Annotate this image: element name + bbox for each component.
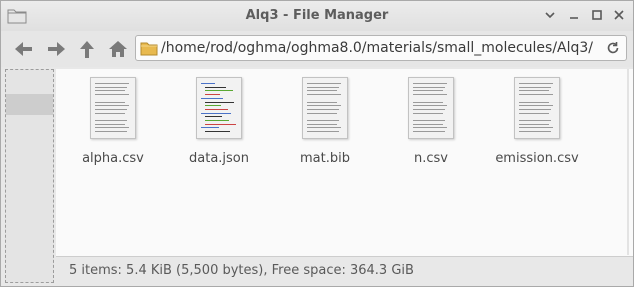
sidebar-selected-item[interactable] <box>6 94 53 115</box>
forward-button[interactable] <box>44 37 68 61</box>
file-name: n.csv <box>414 151 448 166</box>
back-button[interactable] <box>12 37 36 61</box>
file-name: alpha.csv <box>82 151 144 166</box>
file-name: data.json <box>189 151 249 166</box>
arrow-up-icon <box>80 41 94 58</box>
file-manager-window: Alq3 - File Manager /home/rod/oghma/oghm… <box>0 0 634 287</box>
file-name: emission.csv <box>495 151 579 166</box>
vertical-scrollbar[interactable] <box>625 69 631 255</box>
text-file-icon <box>408 77 454 139</box>
status-text: 5 items: 5.4 KiB (5,500 bytes), Free spa… <box>69 263 414 278</box>
underscore-icon <box>570 17 578 19</box>
arrow-right-icon <box>48 42 65 56</box>
maximize-button[interactable] <box>589 7 605 23</box>
folder-icon <box>140 42 158 56</box>
location-bar[interactable]: /home/rod/oghma/oghma8.0/materials/small… <box>135 35 627 61</box>
json-file-icon <box>196 77 242 139</box>
file-item[interactable]: emission.csv <box>487 77 587 166</box>
file-item[interactable]: data.json <box>169 77 269 166</box>
close-button[interactable] <box>611 7 627 23</box>
square-icon <box>592 10 602 20</box>
home-icon <box>109 41 127 57</box>
close-icon <box>614 10 624 20</box>
file-item[interactable]: alpha.csv <box>63 77 163 166</box>
file-item[interactable]: mat.bib <box>275 77 375 166</box>
text-file-icon <box>514 77 560 139</box>
status-bar: 5 items: 5.4 KiB (5,500 bytes), Free spa… <box>56 256 633 284</box>
up-button[interactable] <box>75 37 99 61</box>
sidebar[interactable] <box>5 69 54 283</box>
title-bar[interactable]: Alq3 - File Manager <box>1 1 633 31</box>
chevron-down-icon <box>545 12 555 19</box>
text-file-icon <box>302 77 348 139</box>
home-button[interactable] <box>106 37 130 61</box>
location-path: /home/rod/oghma/oghma8.0/materials/small… <box>161 40 594 56</box>
arrow-left-icon <box>15 42 32 56</box>
window-title: Alq3 - File Manager <box>245 8 389 23</box>
minimize-button[interactable] <box>542 7 558 23</box>
file-view[interactable]: alpha.csv data.json mat.bib n.csv emission.c… <box>56 69 633 256</box>
file-name: mat.bib <box>300 151 350 166</box>
reload-icon[interactable] <box>605 40 621 56</box>
restore-button[interactable] <box>566 7 582 23</box>
text-file-icon <box>90 77 136 139</box>
file-item[interactable]: n.csv <box>381 77 481 166</box>
